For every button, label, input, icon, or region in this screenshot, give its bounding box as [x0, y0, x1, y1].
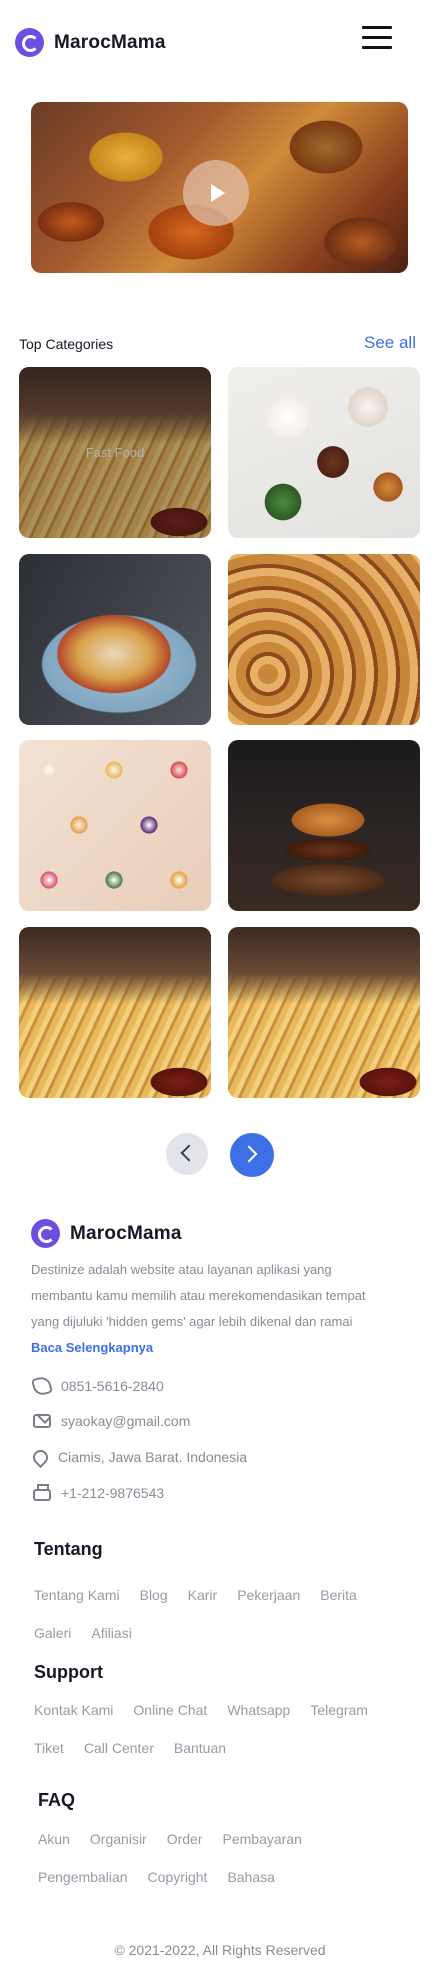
- footer-link[interactable]: Organisir: [90, 1829, 147, 1849]
- footer-link[interactable]: Whatsapp: [227, 1700, 290, 1720]
- footer-link[interactable]: Afiliasi: [91, 1623, 131, 1643]
- next-page-button[interactable]: [230, 1133, 274, 1177]
- category-label: Fast Food: [85, 445, 145, 460]
- footer-link[interactable]: Online Chat: [133, 1700, 207, 1720]
- footer-group-title-support: Support: [34, 1662, 103, 1682]
- play-icon[interactable]: [183, 160, 249, 226]
- previous-page-button[interactable]: [166, 1133, 208, 1175]
- about-line: membantu kamu memilih atau merekomendasi…: [31, 1288, 366, 1303]
- footer-link[interactable]: Blog: [140, 1585, 168, 1605]
- category-tile[interactable]: [228, 554, 420, 725]
- footer-link[interactable]: Telegram: [310, 1700, 368, 1720]
- footer-link[interactable]: Order: [167, 1829, 203, 1849]
- hero-video[interactable]: [31, 102, 408, 273]
- phone-text: 0851-5616-2840: [61, 1378, 164, 1394]
- printer-icon: [33, 1483, 51, 1501]
- logo-icon: [15, 28, 44, 57]
- header: MarocMama: [0, 0, 440, 84]
- see-all-link[interactable]: See all: [364, 333, 416, 353]
- footer-link[interactable]: Kontak Kami: [34, 1700, 113, 1720]
- contact-email[interactable]: syaokay@gmail.com: [33, 1413, 190, 1429]
- footer-brand[interactable]: MarocMama: [31, 1219, 182, 1248]
- contact-address: Ciamis, Jawa Barat. Indonesia: [29, 1446, 248, 1468]
- footer-group-title-tentang: Tentang: [34, 1539, 103, 1559]
- footer-brand-name: MarocMama: [70, 1222, 182, 1244]
- footer-link[interactable]: Galeri: [34, 1623, 71, 1643]
- read-more-link[interactable]: Baca Selengkapnya: [31, 1340, 153, 1355]
- footer-link[interactable]: Akun: [38, 1829, 70, 1849]
- category-tile[interactable]: [228, 740, 420, 911]
- category-tile-fast-food[interactable]: Fast Food: [19, 367, 211, 538]
- location-pin-icon: [29, 1446, 52, 1468]
- brand[interactable]: MarocMama: [15, 28, 166, 57]
- footer-link[interactable]: Karir: [188, 1585, 218, 1605]
- category-tile[interactable]: [19, 740, 211, 911]
- footer-link[interactable]: Pengembalian: [38, 1867, 128, 1887]
- contact-fax[interactable]: +1-212-9876543: [33, 1483, 165, 1501]
- contact-phone[interactable]: 0851-5616-2840: [30, 1374, 164, 1398]
- footer-links-support: Kontak Kami Online Chat Whatsapp Telegra…: [34, 1700, 414, 1758]
- footer-about: Destinize adalah website atau layanan ap…: [31, 1257, 416, 1335]
- footer-link[interactable]: Pekerjaan: [237, 1585, 300, 1605]
- footer-link[interactable]: Bantuan: [174, 1738, 226, 1758]
- about-line: Destinize adalah website atau layanan ap…: [31, 1262, 332, 1277]
- category-tile[interactable]: [19, 554, 211, 725]
- brand-name: MarocMama: [54, 31, 166, 53]
- footer-link[interactable]: Bahasa: [227, 1867, 274, 1887]
- email-text: syaokay@gmail.com: [61, 1413, 191, 1429]
- copyright: © 2021-2022, All Rights Reserved: [114, 1942, 326, 1958]
- footer-group-title-faq: FAQ: [38, 1790, 76, 1810]
- logo-icon: [31, 1219, 60, 1248]
- footer-link[interactable]: Pembayaran: [223, 1829, 302, 1849]
- footer-links-tentang: Tentang Kami Blog Karir Pekerjaan Berita…: [34, 1585, 414, 1643]
- address-text: Ciamis, Jawa Barat. Indonesia: [58, 1449, 248, 1465]
- footer-link[interactable]: Tentang Kami: [34, 1585, 120, 1605]
- footer-link[interactable]: Call Center: [84, 1738, 154, 1758]
- chevron-right-icon: [240, 1145, 258, 1163]
- hamburger-menu-icon[interactable]: [362, 26, 394, 52]
- chevron-left-icon: [180, 1144, 198, 1162]
- footer-link[interactable]: Copyright: [148, 1867, 208, 1887]
- about-line: yang dijuluki 'hidden gems' agar lebih d…: [31, 1314, 353, 1329]
- category-tile[interactable]: [228, 927, 420, 1098]
- footer-links-faq: Akun Organisir Order Pembayaran Pengemba…: [38, 1829, 418, 1887]
- section-title: Top Categories: [19, 336, 114, 352]
- fax-text: +1-212-9876543: [61, 1485, 165, 1501]
- footer-link[interactable]: Berita: [320, 1585, 357, 1605]
- mail-icon: [33, 1414, 51, 1428]
- category-tile[interactable]: [228, 367, 420, 538]
- phone-icon: [30, 1374, 54, 1398]
- footer-link[interactable]: Tiket: [34, 1738, 64, 1758]
- category-tile[interactable]: [19, 927, 211, 1098]
